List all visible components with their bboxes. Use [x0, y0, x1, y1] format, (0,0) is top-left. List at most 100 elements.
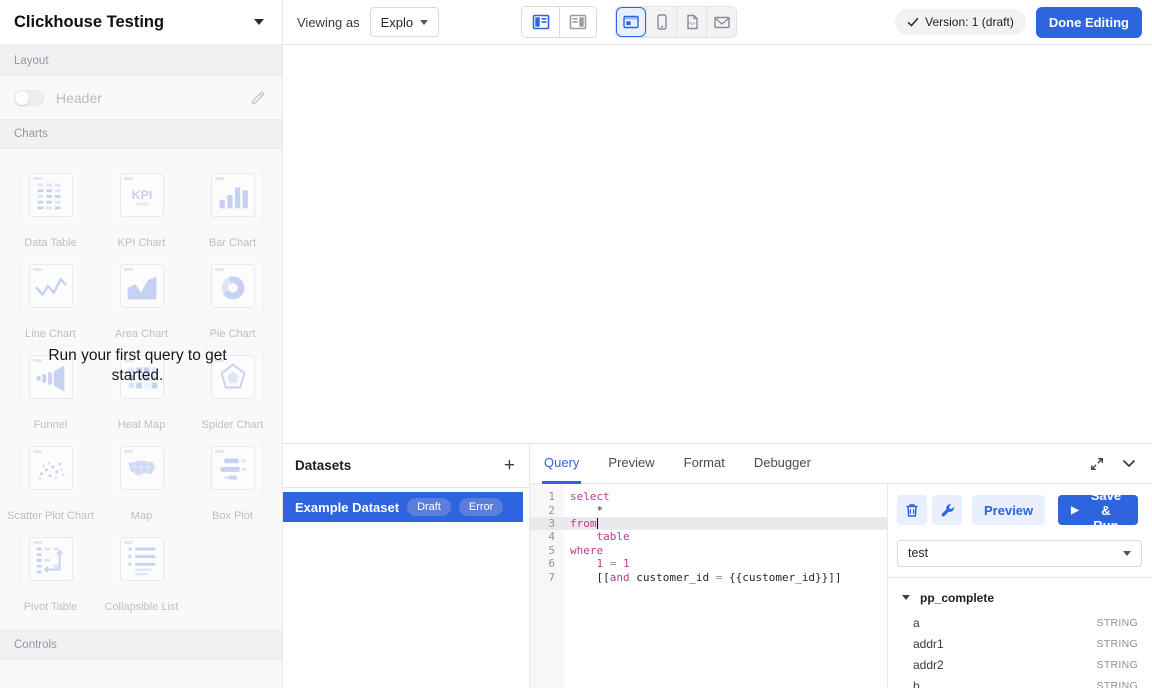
chart-tile-box[interactable]: Box Plot [187, 437, 278, 528]
version-label: Version: 1 (draft) [925, 15, 1014, 29]
schema-field-addr2[interactable]: addr2STRING [902, 655, 1138, 676]
chart-tile-kpi[interactable]: KPI KPI Chart [96, 164, 187, 255]
section-layout: Layout [0, 46, 282, 76]
viewing-as-label: Viewing as [297, 15, 360, 30]
collapse-panel-chevron-icon[interactable] [1122, 459, 1136, 468]
code-line-7[interactable]: 7 [[and customer_id = {{customer_id}}]] [530, 570, 887, 583]
mobile-view-button[interactable] [646, 7, 676, 37]
field-name: addr1 [913, 637, 944, 651]
expand-panel-icon[interactable] [1090, 457, 1104, 471]
code-line-2[interactable]: 2 * [530, 503, 887, 516]
tile-label: Bar Chart [209, 237, 256, 249]
tabbar-icons [1090, 444, 1152, 483]
tile-label: Map [131, 510, 152, 522]
tab-format[interactable]: Format [682, 444, 727, 484]
datasets-header: Datasets + [283, 444, 529, 488]
viewing-as-value: Explo [381, 15, 414, 30]
tile-label: Funnel [34, 419, 68, 431]
chart-tile-area[interactable]: Area Chart [96, 255, 187, 346]
header-toggle-row: Header [0, 76, 282, 119]
dashboard-title-menu[interactable]: Clickhouse Testing [0, 0, 283, 44]
tile-label: Line Chart [25, 328, 76, 340]
tab-query[interactable]: Query [542, 444, 581, 484]
schema-field-a[interactable]: aSTRING [902, 613, 1138, 634]
chart-tile-line[interactable]: Line Chart [5, 255, 96, 346]
datasets-title: Datasets [295, 458, 351, 473]
save-and-run-label: Save & Run [1087, 488, 1125, 533]
box-icon [202, 437, 264, 499]
field-name: b [913, 679, 920, 688]
tile-label: Data Table [24, 237, 76, 249]
code-text: select [564, 490, 610, 503]
chart-tile-pie[interactable]: Pie Chart [187, 255, 278, 346]
schema-table-name: pp_complete [920, 591, 994, 605]
wrench-icon [940, 503, 955, 518]
tile-label: Spider Chart [202, 419, 264, 431]
tab-preview[interactable]: Preview [606, 444, 656, 484]
code-line-6[interactable]: 6 1 = 1 [530, 557, 887, 570]
field-type: STRING [1097, 659, 1138, 671]
chart-tile-select-control[interactable] [5, 683, 96, 688]
view-mode-toggle-group: PDF [615, 6, 737, 38]
database-select-value: test [908, 546, 928, 560]
page-title: Clickhouse Testing [14, 13, 164, 32]
chart-tile-collapsible[interactable]: Collapsible List [96, 528, 187, 619]
done-editing-button[interactable]: Done Editing [1036, 7, 1142, 38]
database-select[interactable]: test [897, 540, 1142, 567]
datasets-panel: Datasets + Example Dataset DraftError [283, 444, 530, 688]
tile-label: Heat Map [118, 419, 166, 431]
format-query-button[interactable] [932, 495, 962, 525]
edit-pencil-icon[interactable] [250, 90, 266, 106]
query-panel: Query Preview Format Debugger 1select2 *3fr… [530, 444, 1152, 688]
code-line-4[interactable]: 4 table [530, 530, 887, 543]
viewing-as-dropdown[interactable]: Explo [370, 7, 440, 37]
section-charts: Charts [0, 119, 282, 149]
header-toggle[interactable] [14, 90, 44, 106]
layout-left-panel-button[interactable] [522, 7, 559, 37]
chart-tile-bar[interactable]: Bar Chart [187, 164, 278, 255]
input-control-icon [202, 683, 264, 688]
chart-tile-blank-control[interactable] [96, 683, 187, 688]
code-line-3[interactable]: 3from [530, 517, 887, 530]
dataset-badge-draft: Draft [407, 498, 451, 516]
pdf-export-button[interactable]: PDF [676, 7, 706, 37]
add-dataset-button[interactable]: + [504, 456, 515, 475]
preview-query-button[interactable]: Preview [972, 495, 1045, 525]
data-table-icon [20, 164, 82, 226]
chevron-down-icon [902, 595, 910, 600]
code-text: * [564, 504, 603, 517]
select-control-icon [20, 683, 82, 688]
schema-field-b[interactable]: bSTRING [902, 676, 1138, 688]
chart-tile-pivot[interactable]: Pivot Table [5, 528, 96, 619]
chart-tile-scatter[interactable]: Scatter Plot Chart [5, 437, 96, 528]
chart-tile-data-table[interactable]: Data Table [5, 164, 96, 255]
code-text: where [564, 544, 603, 557]
field-type: STRING [1097, 617, 1138, 629]
delete-query-button[interactable] [897, 495, 927, 525]
kpi-icon: KPI [111, 164, 173, 226]
tile-label: Pivot Table [24, 601, 78, 613]
schema-field-addr1[interactable]: addr1STRING [902, 634, 1138, 655]
code-line-1[interactable]: 1select [530, 490, 887, 503]
chart-tile-input-control[interactable] [187, 683, 278, 688]
schema-table-header[interactable]: pp_complete [902, 591, 1138, 605]
pie-icon [202, 255, 264, 317]
line-number: 5 [530, 544, 564, 557]
dataset-badges: DraftError [399, 498, 503, 516]
save-and-run-button[interactable]: ▶ Save & Run [1058, 495, 1138, 525]
dataset-row-example[interactable]: Example Dataset DraftError [283, 492, 523, 522]
line-number: 3 [530, 517, 564, 530]
query-actions-row: Preview ▶ Save & Run [888, 484, 1152, 525]
desktop-view-button[interactable] [616, 7, 646, 37]
svg-text:PDF: PDF [688, 22, 696, 26]
code-line-5[interactable]: 5where [530, 544, 887, 557]
layout-right-panel-button[interactable] [559, 7, 596, 37]
control-tiles-grid [0, 668, 278, 688]
trash-icon [905, 503, 919, 518]
chart-tile-map[interactable]: Map [96, 437, 187, 528]
tile-label: KPI Chart [118, 237, 166, 249]
sql-editor[interactable]: 1select2 *3from4 table5where6 1 = 17 [[a… [530, 484, 888, 688]
tab-debugger[interactable]: Debugger [752, 444, 813, 484]
email-export-button[interactable] [706, 7, 736, 37]
line-number: 6 [530, 557, 564, 570]
